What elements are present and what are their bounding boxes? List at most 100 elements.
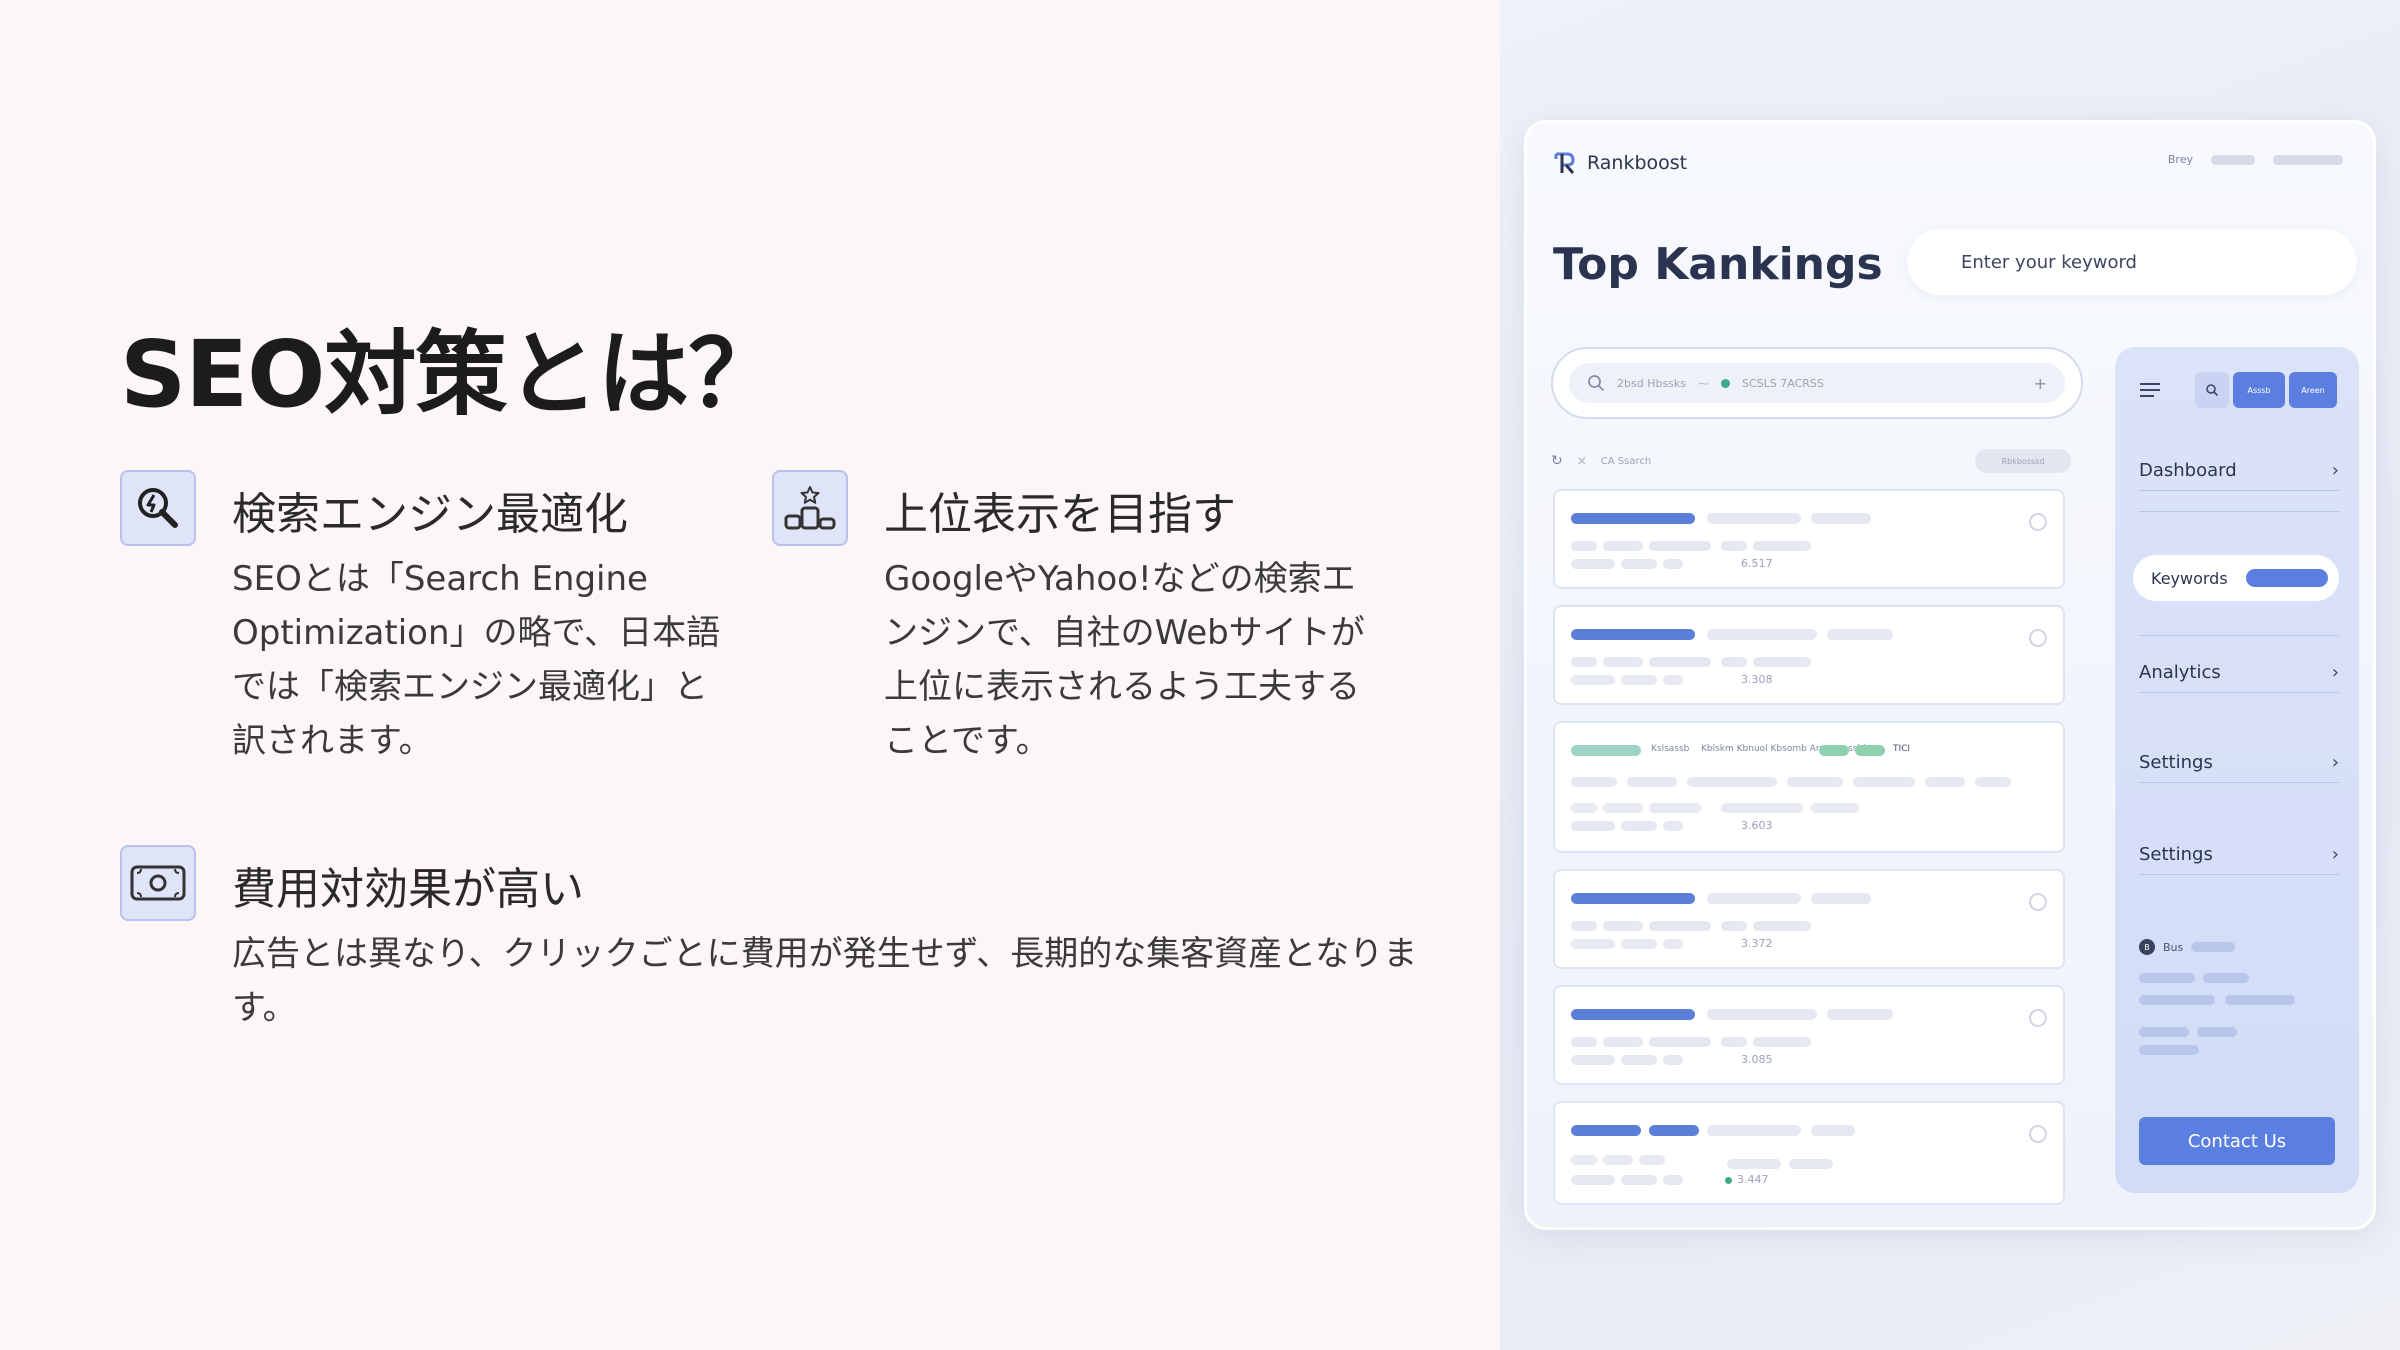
row-title-bar bbox=[1571, 513, 1695, 524]
ranking-row-expanded[interactable]: Kslsassb Kblskm Kbnuol Kbsomb Armmoesshb… bbox=[1553, 721, 2065, 853]
ranking-row[interactable]: 3.308 bbox=[1553, 605, 2065, 705]
filter-pill-label: Rbkbosssd bbox=[2001, 456, 2045, 466]
rankings-search-bar[interactable]: 2bsd Hbssks ⁓ SCSLS 7ACRSS + bbox=[1551, 347, 2083, 419]
sidebar-placeholder-bar bbox=[2225, 995, 2295, 1005]
row-placeholder-bar bbox=[1663, 675, 1683, 685]
row-placeholder-bar bbox=[1649, 1037, 1711, 1047]
row-placeholder-bar bbox=[1753, 657, 1811, 667]
row-placeholder-bar bbox=[1789, 1159, 1833, 1169]
sidebar-item-dashboard[interactable]: Dashboard › bbox=[2139, 451, 2339, 491]
row-placeholder-bar bbox=[1811, 513, 1871, 524]
row-placeholder-bar bbox=[1707, 1125, 1801, 1136]
search-bar-inner: 2bsd Hbssks ⁓ SCSLS 7ACRSS + bbox=[1569, 363, 2065, 403]
header-user-label[interactable]: Brey bbox=[2168, 153, 2193, 166]
sidebar-item-label: Analytics bbox=[2139, 662, 2221, 683]
row-select-radio[interactable] bbox=[2029, 629, 2047, 647]
row-placeholder-bar bbox=[1663, 821, 1683, 831]
add-icon[interactable]: + bbox=[2034, 374, 2047, 393]
feature-title: 検索エンジン最適化 bbox=[232, 489, 628, 540]
row-placeholder-bar bbox=[1811, 893, 1871, 904]
sidebar-divider bbox=[2139, 511, 2339, 512]
sidebar-user[interactable]: B Bus bbox=[2139, 939, 2236, 955]
row-value: 3.447 bbox=[1737, 1173, 1769, 1186]
row-placeholder-bar bbox=[1571, 803, 1597, 813]
sidebar-item-keywords[interactable]: Keywords bbox=[2133, 555, 2339, 601]
row-placeholder-bar bbox=[1603, 541, 1643, 551]
feature-title: 上位表示を目指す bbox=[884, 489, 1236, 540]
row-title-bar bbox=[1571, 1125, 1641, 1136]
close-icon[interactable]: ✕ bbox=[1577, 454, 1587, 468]
app-mockup-panel: Rankboost Brey Top Kankings 2bsd Hbssks … bbox=[1500, 0, 2400, 1350]
row-placeholder-bar bbox=[1827, 1009, 1893, 1020]
slide-title: SEO対策とは？ bbox=[120, 321, 780, 428]
row-placeholder-bar bbox=[1649, 803, 1701, 813]
row-placeholder-bar bbox=[1787, 777, 1843, 787]
ranking-row[interactable]: 6.517 bbox=[1553, 489, 2065, 589]
sidebar-search-button[interactable] bbox=[2195, 372, 2229, 408]
row-select-radio[interactable] bbox=[2029, 1009, 2047, 1027]
row-placeholder-bar bbox=[1571, 1175, 1615, 1185]
filter-pill[interactable]: Rbkbosssd bbox=[1975, 449, 2071, 473]
sidebar-tool-button[interactable]: Asssb bbox=[2233, 372, 2285, 408]
sidebar-tool-button[interactable]: Areen bbox=[2289, 372, 2337, 408]
chevron-right-icon: › bbox=[2331, 460, 2339, 481]
row-placeholder-bar bbox=[1603, 657, 1643, 667]
row-placeholder-bar bbox=[1571, 921, 1597, 931]
row-value: 3.372 bbox=[1741, 937, 1773, 950]
menu-icon[interactable] bbox=[2139, 382, 2179, 398]
row-placeholder-bar bbox=[1621, 821, 1657, 831]
search-bar-text: 2bsd Hbssks bbox=[1617, 376, 1687, 390]
search-bar-tag: SCSLS 7ACRSS bbox=[1742, 376, 1824, 390]
row-placeholder-bar bbox=[1663, 939, 1683, 949]
row-placeholder-bar bbox=[1753, 1037, 1811, 1047]
row-placeholder-bar bbox=[1571, 657, 1597, 667]
row-select-radio[interactable] bbox=[2029, 513, 2047, 531]
refresh-icon[interactable]: ↻ bbox=[1551, 453, 1563, 469]
row-placeholder-bar bbox=[1707, 1009, 1817, 1020]
app-sidebar: Asssb Areen Dashboard › Keywords Analyti… bbox=[2115, 347, 2359, 1193]
sidebar-item-settings-2[interactable]: Settings › bbox=[2139, 835, 2339, 875]
ranking-row[interactable]: 3.447 bbox=[1553, 1101, 2065, 1205]
feature-title: 費用対効果が高い bbox=[232, 864, 584, 915]
avatar: B bbox=[2139, 939, 2155, 955]
feature-body: GoogleやYahoo!などの検索エンジンで、自社のWebサイトが上位に表示さ… bbox=[884, 559, 1365, 761]
sidebar-item-label: Keywords bbox=[2151, 568, 2228, 588]
chevron-right-icon: › bbox=[2331, 844, 2339, 865]
row-placeholder-bar bbox=[1707, 893, 1801, 904]
status-dot-icon bbox=[1721, 378, 1731, 388]
sidebar-item-settings[interactable]: Settings › bbox=[2139, 743, 2339, 783]
sidebar-user-name: Bus bbox=[2163, 940, 2184, 954]
ranking-row[interactable]: 3.372 bbox=[1553, 869, 2065, 969]
ranking-row[interactable]: 3.085 bbox=[1553, 985, 2065, 1085]
search-icon bbox=[1588, 375, 1604, 391]
header-controls: Brey bbox=[2168, 153, 2343, 166]
header-placeholder-pill bbox=[2273, 154, 2343, 165]
row-placeholder-bar bbox=[1721, 921, 1747, 931]
keyword-input[interactable] bbox=[1907, 229, 2357, 295]
app-window: Rankboost Brey Top Kankings 2bsd Hbssks … bbox=[1524, 120, 2376, 1230]
contact-us-button[interactable]: Contact Us bbox=[2139, 1117, 2335, 1165]
sidebar-item-label: Dashboard bbox=[2139, 460, 2237, 481]
row-placeholder-bar bbox=[1621, 939, 1657, 949]
row-placeholder-bar bbox=[1639, 1155, 1665, 1165]
row-placeholder-bar bbox=[1621, 1055, 1657, 1065]
row-placeholder-bar bbox=[1753, 541, 1811, 551]
row-label: Kslsassb bbox=[1651, 744, 1690, 754]
row-placeholder-bar bbox=[1621, 559, 1657, 569]
sidebar-item-analytics[interactable]: Analytics › bbox=[2139, 653, 2339, 693]
search-icon bbox=[2206, 384, 2219, 397]
row-select-radio[interactable] bbox=[2029, 893, 2047, 911]
brand[interactable]: Rankboost bbox=[1553, 151, 1687, 175]
row-title-bar bbox=[1649, 1125, 1699, 1136]
row-placeholder-bar bbox=[1721, 657, 1747, 667]
feature-body: 広告とは異なり、クリックごとに費用が発生せず、長期的な集客資産となります。 bbox=[232, 934, 1418, 1028]
row-value: 3.085 bbox=[1741, 1053, 1773, 1066]
brand-name: Rankboost bbox=[1587, 152, 1688, 174]
magnifier-icon bbox=[120, 470, 196, 546]
banknote-icon bbox=[120, 845, 196, 921]
row-placeholder-bar bbox=[1621, 1175, 1657, 1185]
sidebar-placeholder-bar bbox=[2191, 942, 2236, 952]
row-select-radio[interactable] bbox=[2029, 1125, 2047, 1143]
chevron-right-icon: › bbox=[2331, 662, 2339, 683]
slide-content: SEO対策とは？ 検索エンジン最適化 SEOとは「Search Engine O… bbox=[0, 0, 1500, 1350]
